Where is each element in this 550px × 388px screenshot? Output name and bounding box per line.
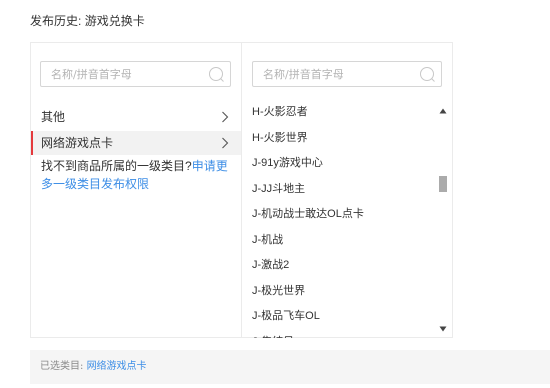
secondary-search-input[interactable]	[253, 62, 441, 86]
primary-category-column: 其他 网络游戏点卡 找不到商品所属的一级类目?申请更多一级类目发布权限	[31, 43, 242, 337]
secondary-category-column: H-火影忍者 H-火影世界 J-91y游戏中心 J-JJ斗地主 J-机动战士敢达…	[242, 43, 452, 338]
list-item[interactable]: J-极光世界	[252, 279, 437, 305]
primary-category-search	[40, 61, 231, 87]
search-icon[interactable]	[419, 66, 435, 82]
publish-history: 发布历史: 游戏兑换卡	[30, 12, 145, 29]
list-item[interactable]: H-火影忍者	[252, 100, 437, 126]
secondary-category-search	[252, 61, 442, 87]
history-label: 发布历史:	[30, 14, 82, 28]
secondary-category-list: H-火影忍者 H-火影世界 J-91y游戏中心 J-JJ斗地主 J-机动战士敢达…	[252, 100, 437, 338]
list-scrollbar[interactable]	[437, 100, 449, 338]
category-selector: 其他 网络游戏点卡 找不到商品所属的一级类目?申请更多一级类目发布权限 H-火影…	[30, 42, 453, 338]
hint-text: 找不到商品所属的一级类目?	[41, 159, 192, 173]
list-item[interactable]: J-机动战士敢达OL点卡	[252, 202, 437, 228]
list-item[interactable]: J-91y游戏中心	[252, 151, 437, 177]
scroll-thumb[interactable]	[439, 176, 447, 192]
category-item-online-game-card[interactable]: 网络游戏点卡	[31, 131, 241, 155]
list-item[interactable]: J-激战2	[252, 253, 437, 279]
selected-value: 网络游戏点卡	[86, 361, 147, 372]
list-item[interactable]: J-集结号	[252, 330, 437, 339]
search-icon[interactable]	[208, 66, 224, 82]
category-label: 网络游戏点卡	[41, 136, 114, 150]
scroll-up-arrow-icon[interactable]	[439, 108, 447, 114]
list-item[interactable]: J-极品飞车OL	[252, 304, 437, 330]
selected-category-bar: 已选类目: 网络游戏点卡	[30, 350, 550, 384]
chevron-right-icon	[222, 111, 229, 123]
history-value[interactable]: 游戏兑换卡	[85, 14, 145, 28]
scroll-down-arrow-icon[interactable]	[439, 326, 447, 332]
category-label: 其他	[41, 110, 66, 124]
list-item[interactable]: J-机战	[252, 228, 437, 254]
scroll-track[interactable]	[439, 122, 447, 318]
chevron-right-icon	[222, 137, 229, 149]
category-hint: 找不到商品所属的一级类目?申请更多一级类目发布权限	[41, 157, 236, 193]
primary-search-input[interactable]	[41, 62, 230, 86]
selected-label: 已选类目:	[40, 361, 84, 372]
list-item[interactable]: J-JJ斗地主	[252, 177, 437, 203]
list-item[interactable]: H-火影世界	[252, 126, 437, 152]
category-item-other[interactable]: 其他	[31, 105, 241, 129]
